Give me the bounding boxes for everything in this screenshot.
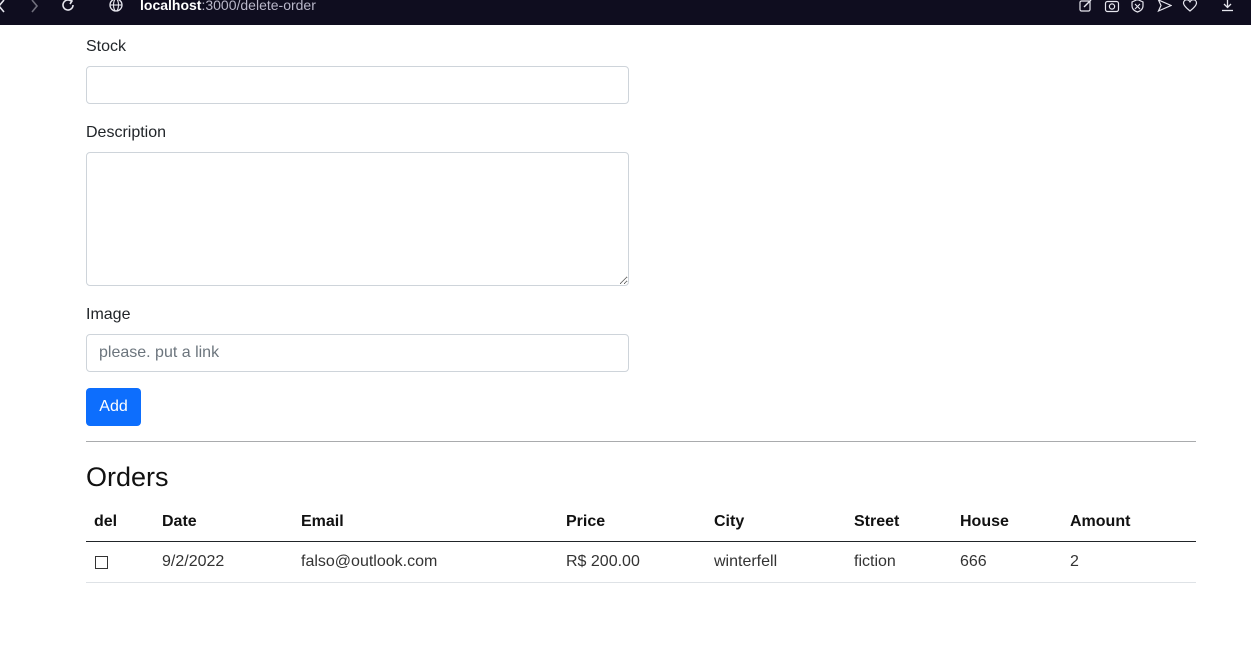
image-label: Image: [86, 306, 131, 323]
forward-icon[interactable]: [28, 0, 40, 13]
cell-price: R$ 200.00: [566, 553, 640, 570]
address-bar[interactable]: localhost:3000/delete-order: [140, 0, 316, 14]
shield-icon[interactable]: [1130, 0, 1145, 13]
heart-icon[interactable]: [1182, 0, 1198, 13]
delete-checkbox[interactable]: [95, 556, 108, 569]
column-header-date: Date: [162, 513, 197, 530]
table-row: 9/2/2022 falso@outlook.com R$ 200.00 win…: [86, 542, 1196, 583]
edit-icon[interactable]: [1078, 0, 1093, 13]
column-header-del: del: [94, 513, 118, 530]
add-button[interactable]: Add: [86, 388, 141, 426]
camera-icon[interactable]: [1104, 0, 1120, 13]
column-header-price: Price: [566, 513, 606, 530]
browser-toolbar: localhost:3000/delete-order: [0, 0, 1251, 25]
column-header-house: House: [960, 513, 1009, 530]
orders-table: del Date Email Price City Street House A…: [86, 503, 1196, 583]
cell-amount: 2: [1070, 553, 1079, 570]
cell-email: falso@outlook.com: [301, 553, 438, 570]
column-header-email: Email: [301, 513, 344, 530]
cell-city: winterfell: [714, 553, 778, 570]
back-icon[interactable]: [0, 0, 8, 13]
description-label: Description: [86, 124, 167, 141]
stock-label: Stock: [86, 38, 127, 55]
reload-icon[interactable]: [60, 0, 76, 12]
send-icon[interactable]: [1157, 0, 1172, 13]
cell-house: 666: [960, 553, 987, 570]
image-link-input[interactable]: [86, 334, 629, 372]
download-icon[interactable]: [1220, 0, 1235, 13]
divider: [86, 441, 1196, 442]
url-path: :3000/delete-order: [201, 0, 316, 13]
url-host: localhost: [140, 0, 202, 13]
cell-date: 9/2/2022: [162, 553, 225, 570]
description-textarea[interactable]: [86, 152, 629, 286]
globe-icon[interactable]: [108, 0, 124, 12]
cell-street: fiction: [854, 553, 896, 570]
table-header-row: del Date Email Price City Street House A…: [86, 503, 1196, 542]
stock-input[interactable]: [86, 66, 629, 104]
column-header-city: City: [714, 513, 745, 530]
orders-heading: Orders: [86, 462, 169, 492]
column-header-street: Street: [854, 513, 900, 530]
column-header-amount: Amount: [1070, 513, 1131, 530]
